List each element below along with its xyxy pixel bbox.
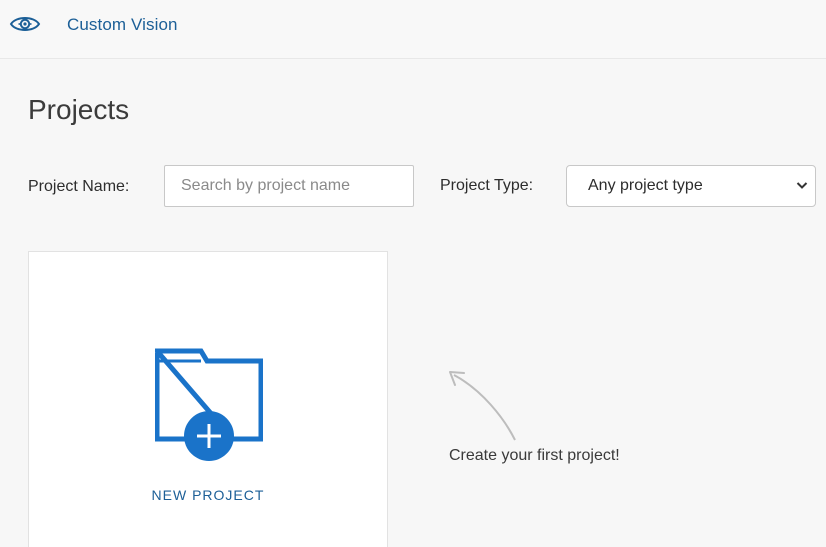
app-title[interactable]: Custom Vision — [67, 15, 178, 35]
project-type-select[interactable]: Any project type — [566, 165, 816, 207]
project-name-search-input[interactable] — [164, 165, 414, 207]
project-type-selected-value: Any project type — [588, 177, 703, 194]
top-bar: Custom Vision — [0, 0, 826, 59]
folder-add-icon — [155, 348, 263, 461]
new-project-card[interactable]: NEW PROJECT — [28, 251, 388, 547]
page-title: Projects — [28, 94, 130, 125]
chevron-down-icon — [796, 182, 808, 189]
curved-arrow-icon — [449, 371, 516, 441]
new-project-label: NEW PROJECT — [151, 487, 265, 503]
eye-icon[interactable] — [8, 10, 42, 38]
hint-text: Create your first project! — [449, 447, 620, 464]
project-type-label: Project Type: — [440, 177, 534, 194]
project-name-label: Project Name: — [28, 178, 130, 195]
